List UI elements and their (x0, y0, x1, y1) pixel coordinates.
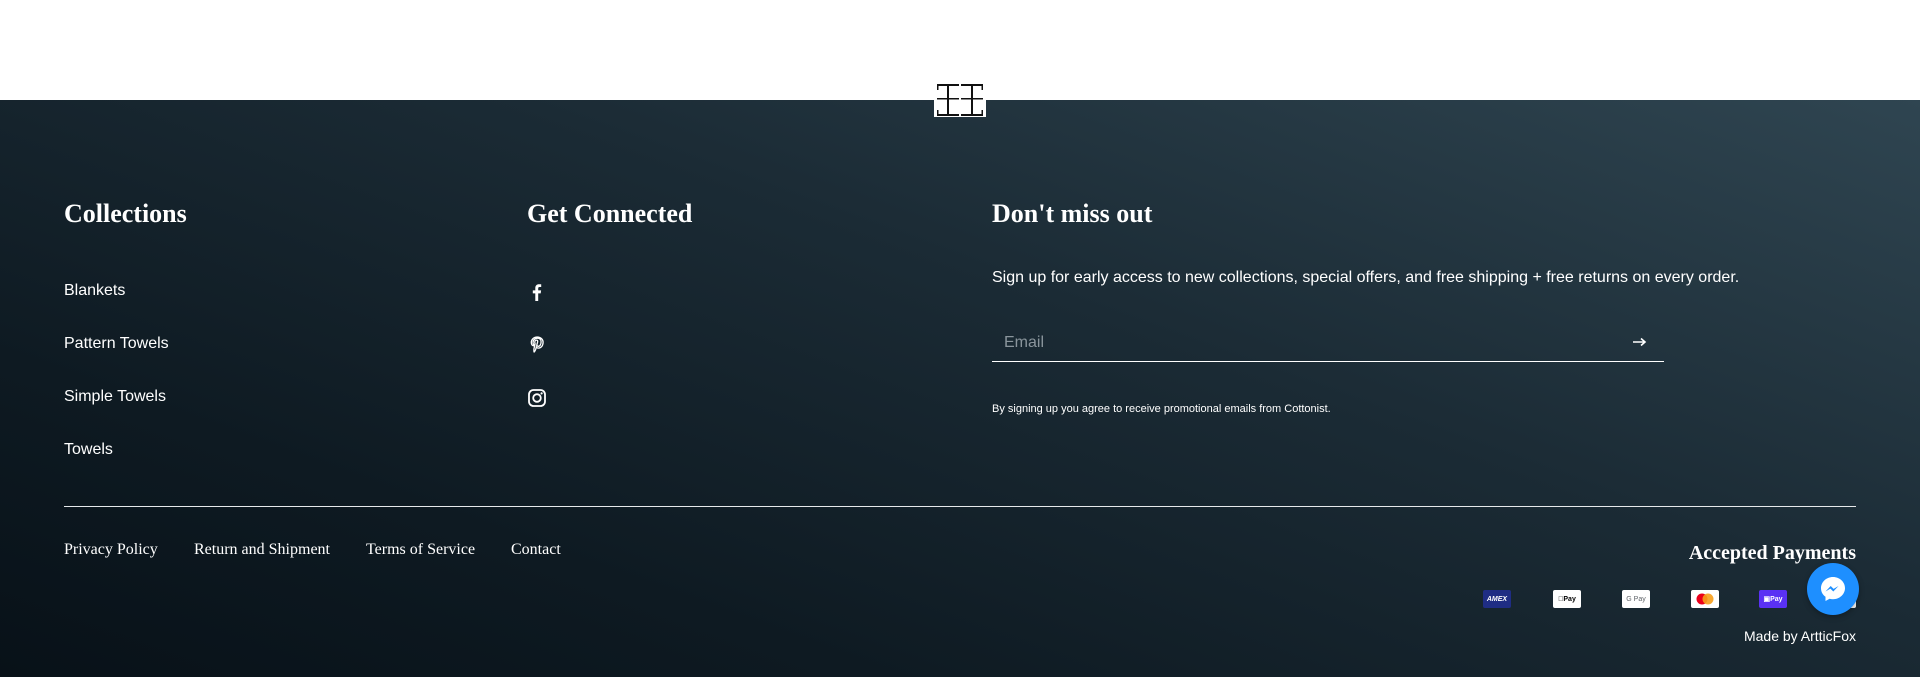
newsletter-description: Sign up for early access to new collecti… (992, 269, 1740, 286)
instagram-icon[interactable] (527, 388, 547, 408)
messenger-icon (1821, 577, 1845, 601)
cottonist-logo-icon (934, 83, 986, 117)
apple-pay-icon: Pay (1553, 590, 1581, 608)
brand-logo[interactable] (934, 83, 986, 117)
mastercard-icon (1691, 590, 1719, 608)
google-pay-icon: G Pay (1622, 590, 1650, 608)
accepted-payments-heading: Accepted Payments (1688, 542, 1856, 564)
email-signup-form (992, 326, 1664, 362)
collection-link-simple-towels[interactable]: Simple Towels (64, 387, 166, 407)
collection-link-blankets[interactable]: Blankets (64, 281, 125, 301)
privacy-policy-link[interactable]: Privacy Policy (64, 540, 158, 560)
collection-link-pattern-towels[interactable]: Pattern Towels (64, 334, 169, 354)
pinterest-icon[interactable] (527, 335, 547, 355)
facebook-icon[interactable] (527, 282, 547, 302)
shop-pay-icon: ▣Pay (1759, 590, 1787, 608)
messenger-chat-button[interactable] (1807, 563, 1859, 615)
collections-heading: Collections (64, 199, 187, 228)
amex-icon: AMEX (1483, 590, 1511, 608)
newsletter-heading: Don't miss out (992, 199, 1153, 228)
contact-link[interactable]: Contact (511, 540, 561, 560)
get-connected-heading: Get Connected (527, 199, 693, 228)
newsletter-disclaimer: By signing up you agree to receive promo… (992, 403, 1331, 415)
collection-link-towels[interactable]: Towels (64, 440, 113, 460)
made-by-credit: Made by ArtticFox (1743, 628, 1856, 644)
footer-divider (64, 506, 1856, 507)
terms-of-service-link[interactable]: Terms of Service (366, 540, 475, 560)
arrow-right-icon[interactable] (1630, 332, 1650, 352)
return-shipment-link[interactable]: Return and Shipment (194, 540, 330, 560)
email-input[interactable] (992, 326, 1612, 360)
